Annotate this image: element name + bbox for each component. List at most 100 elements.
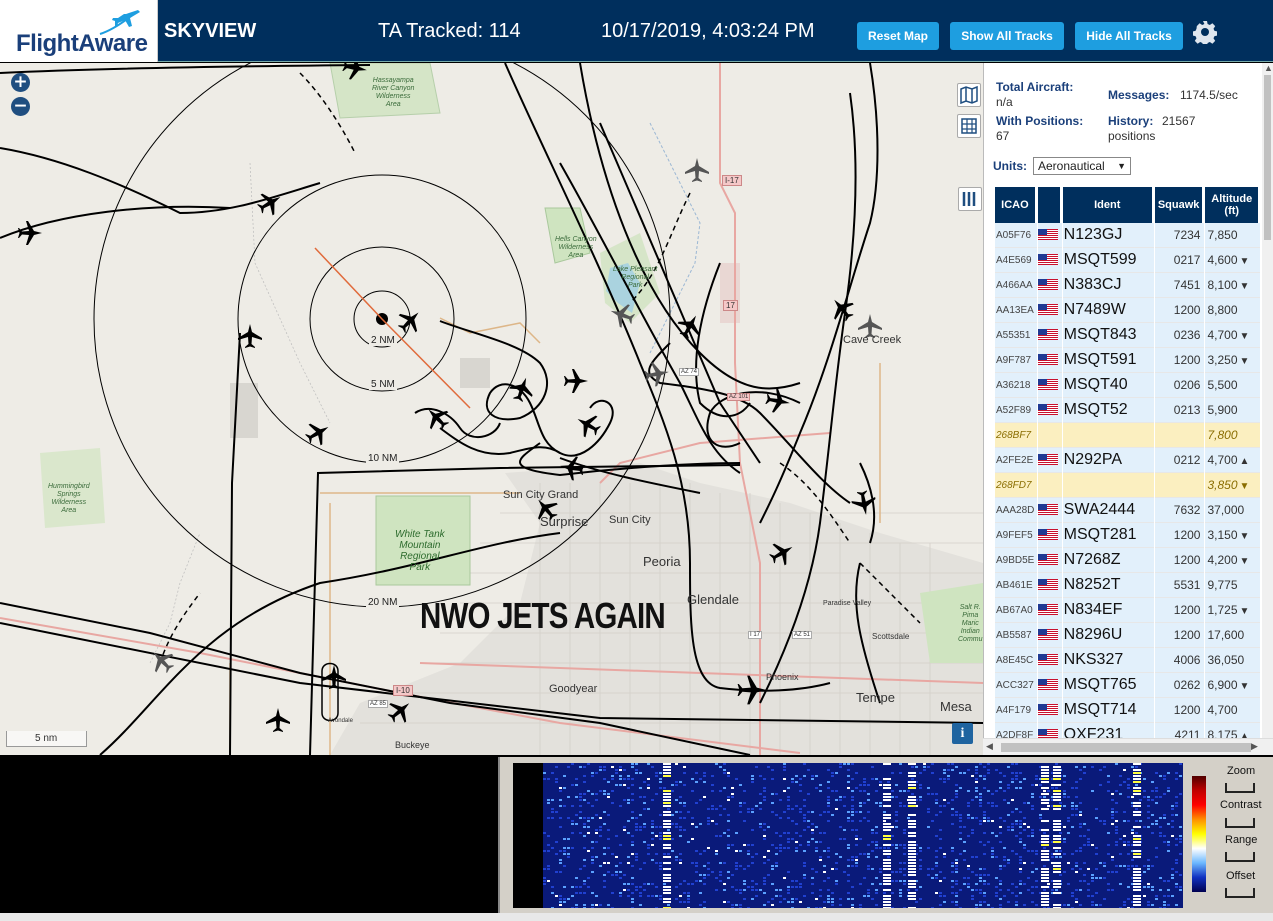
table-row[interactable]: 268FD7 3,850 ▼ xyxy=(995,473,1260,498)
cell-ident xyxy=(1062,423,1154,448)
table-row[interactable]: A05F76 N123GJ 7234 7,850 xyxy=(995,223,1260,248)
aircraft-layer[interactable] xyxy=(0,63,983,755)
aircraft-icon[interactable] xyxy=(145,644,179,678)
units-select[interactable]: Aeronautical ▼ xyxy=(1033,157,1131,175)
col-header-ident[interactable]: Ident xyxy=(1062,187,1154,223)
aircraft-icon[interactable] xyxy=(383,694,417,728)
aircraft-icon[interactable] xyxy=(266,708,290,732)
aircraft-icon[interactable] xyxy=(764,387,792,415)
aircraft-icon[interactable] xyxy=(571,408,605,442)
cell-altitude: 4,700 ▲ xyxy=(1205,448,1260,473)
scroll-right-arrow[interactable]: ▶ xyxy=(1251,741,1258,752)
table-row[interactable]: AB461E N8252T 5531 9,775 xyxy=(995,573,1260,598)
scrollbar-thumb[interactable] xyxy=(1001,743,1251,752)
horizontal-scrollbar[interactable]: ◀ ▶ xyxy=(983,738,1273,755)
flightaware-logo[interactable]: FlightAware xyxy=(0,0,158,62)
us-flag-icon xyxy=(1037,404,1058,416)
aircraft-icon[interactable] xyxy=(393,304,427,338)
grid-toggle-button[interactable] xyxy=(957,114,981,138)
cell-altitude: 4,200 ▼ xyxy=(1205,548,1260,573)
aircraft-icon[interactable] xyxy=(558,454,586,482)
wilderness-label: Hassayampa River Canyon Wilderness Area xyxy=(372,77,415,108)
table-row[interactable]: A36218 MSQT40 0206 5,500 xyxy=(995,373,1260,398)
highway-shield: I-10 xyxy=(393,685,413,696)
cell-ident: N292PA xyxy=(1062,448,1154,473)
aircraft-icon[interactable] xyxy=(685,158,709,182)
gear-icon[interactable] xyxy=(1193,20,1217,44)
spectrum-waterfall[interactable] xyxy=(513,763,1183,908)
aircraft-icon[interactable] xyxy=(765,536,799,570)
zoom-slider[interactable] xyxy=(1225,783,1255,793)
cell-ident: MSQT40 xyxy=(1062,373,1154,398)
altitude-trend-icon: ▼ xyxy=(1239,481,1250,492)
cell-altitude: 5,900 xyxy=(1205,398,1260,423)
reset-map-button[interactable]: Reset Map xyxy=(857,22,939,50)
aircraft-icon[interactable] xyxy=(606,299,638,331)
cell-altitude: 37,000 xyxy=(1205,498,1260,523)
aircraft-icon[interactable] xyxy=(18,221,42,245)
aircraft-icon[interactable] xyxy=(850,489,878,517)
col-header-icao[interactable]: ICAO xyxy=(995,187,1037,223)
aircraft-icon[interactable] xyxy=(301,416,335,450)
table-row[interactable]: A466AA N383CJ 7451 8,100 ▼ xyxy=(995,273,1260,298)
altitude-value: 5,900 xyxy=(1207,403,1238,417)
offset-slider[interactable] xyxy=(1225,888,1255,898)
altitude-value: 1,725 xyxy=(1207,603,1238,617)
us-flag-icon xyxy=(1037,704,1058,716)
info-button[interactable]: i xyxy=(952,723,973,744)
aircraft-icon[interactable] xyxy=(737,675,767,705)
table-row[interactable]: A9FEF5 MSQT281 1200 3,150 ▼ xyxy=(995,523,1260,548)
table-row[interactable]: A4F179 MSQT714 1200 4,700 xyxy=(995,698,1260,723)
zoom-out-button[interactable]: − xyxy=(11,97,30,116)
cell-ident: N123GJ xyxy=(1062,223,1154,248)
messages-value: 1174.5/sec xyxy=(1180,88,1238,102)
table-row[interactable]: A52F89 MSQT52 0213 5,900 xyxy=(995,398,1260,423)
table-row[interactable]: A8E45C NKS327 4006 36,050 xyxy=(995,648,1260,673)
col-header-squawk[interactable]: Squawk xyxy=(1154,187,1205,223)
table-row[interactable]: 268BF7 7,800 xyxy=(995,423,1260,448)
table-row[interactable]: A2FE2E N292PA 0212 4,700 ▲ xyxy=(995,448,1260,473)
scroll-up-arrow[interactable]: ▲ xyxy=(1264,63,1273,73)
aircraft-icon[interactable] xyxy=(253,186,287,220)
cell-ident: MSQT843 xyxy=(1062,323,1154,348)
cell-squawk: 1200 xyxy=(1154,523,1205,548)
contrast-slider[interactable] xyxy=(1225,818,1255,828)
table-row[interactable]: AA13EA N7489W 1200 8,800 xyxy=(995,298,1260,323)
table-row[interactable]: A4E569 MSQT599 0217 4,600 ▼ xyxy=(995,248,1260,273)
table-row[interactable]: AB5587 N8296U 1200 17,600 xyxy=(995,623,1260,648)
scroll-left-arrow[interactable]: ◀ xyxy=(986,741,993,752)
highway-shield: AZ 101 xyxy=(727,393,751,401)
table-row[interactable]: AB67A0 N834EF 1200 1,725 ▼ xyxy=(995,598,1260,623)
aircraft-icon[interactable] xyxy=(322,665,346,689)
map-layer-button[interactable] xyxy=(957,83,981,107)
aircraft-icon[interactable] xyxy=(420,401,454,435)
table-row[interactable]: A9BD5E N7268Z 1200 4,200 ▼ xyxy=(995,548,1260,573)
place-label: Glendale xyxy=(687,592,740,607)
altitude-value: 7,850 xyxy=(1207,228,1238,242)
range-slider[interactable] xyxy=(1225,852,1255,862)
table-row[interactable]: A9F787 MSQT591 1200 3,250 ▼ xyxy=(995,348,1260,373)
table-row[interactable]: ACC327 MSQT765 0262 6,900 ▼ xyxy=(995,673,1260,698)
vertical-scrollbar[interactable]: ▲ xyxy=(1262,63,1273,738)
aircraft-icon[interactable] xyxy=(673,309,707,343)
aircraft-icon[interactable] xyxy=(825,292,859,326)
scrollbar-thumb[interactable] xyxy=(1264,75,1271,240)
aircraft-icon[interactable] xyxy=(238,324,262,348)
with-positions-value: 67 xyxy=(996,129,1010,143)
show-all-tracks-button[interactable]: Show All Tracks xyxy=(950,22,1064,50)
cell-squawk: 1200 xyxy=(1154,698,1205,723)
aircraft-icon[interactable] xyxy=(564,369,588,393)
map-view[interactable]: 2 NM 5 NM 10 NM 20 NM Sun City Grand Sur… xyxy=(0,63,983,755)
columns-button[interactable] xyxy=(958,187,982,211)
aircraft-icon[interactable] xyxy=(506,373,538,405)
aircraft-icon[interactable] xyxy=(643,360,671,388)
altitude-value: 8,800 xyxy=(1207,303,1238,317)
table-row[interactable]: A55351 MSQT843 0236 4,700 ▼ xyxy=(995,323,1260,348)
zoom-in-button[interactable]: + xyxy=(11,73,30,92)
col-header-flag[interactable] xyxy=(1037,187,1062,223)
col-header-altitude[interactable]: Altitude (ft) xyxy=(1205,187,1260,223)
hide-all-tracks-button[interactable]: Hide All Tracks xyxy=(1075,22,1183,50)
cell-squawk: 1200 xyxy=(1154,598,1205,623)
aircraft-icon[interactable] xyxy=(341,63,369,82)
table-row[interactable]: AAA28D SWA2444 7632 37,000 xyxy=(995,498,1260,523)
